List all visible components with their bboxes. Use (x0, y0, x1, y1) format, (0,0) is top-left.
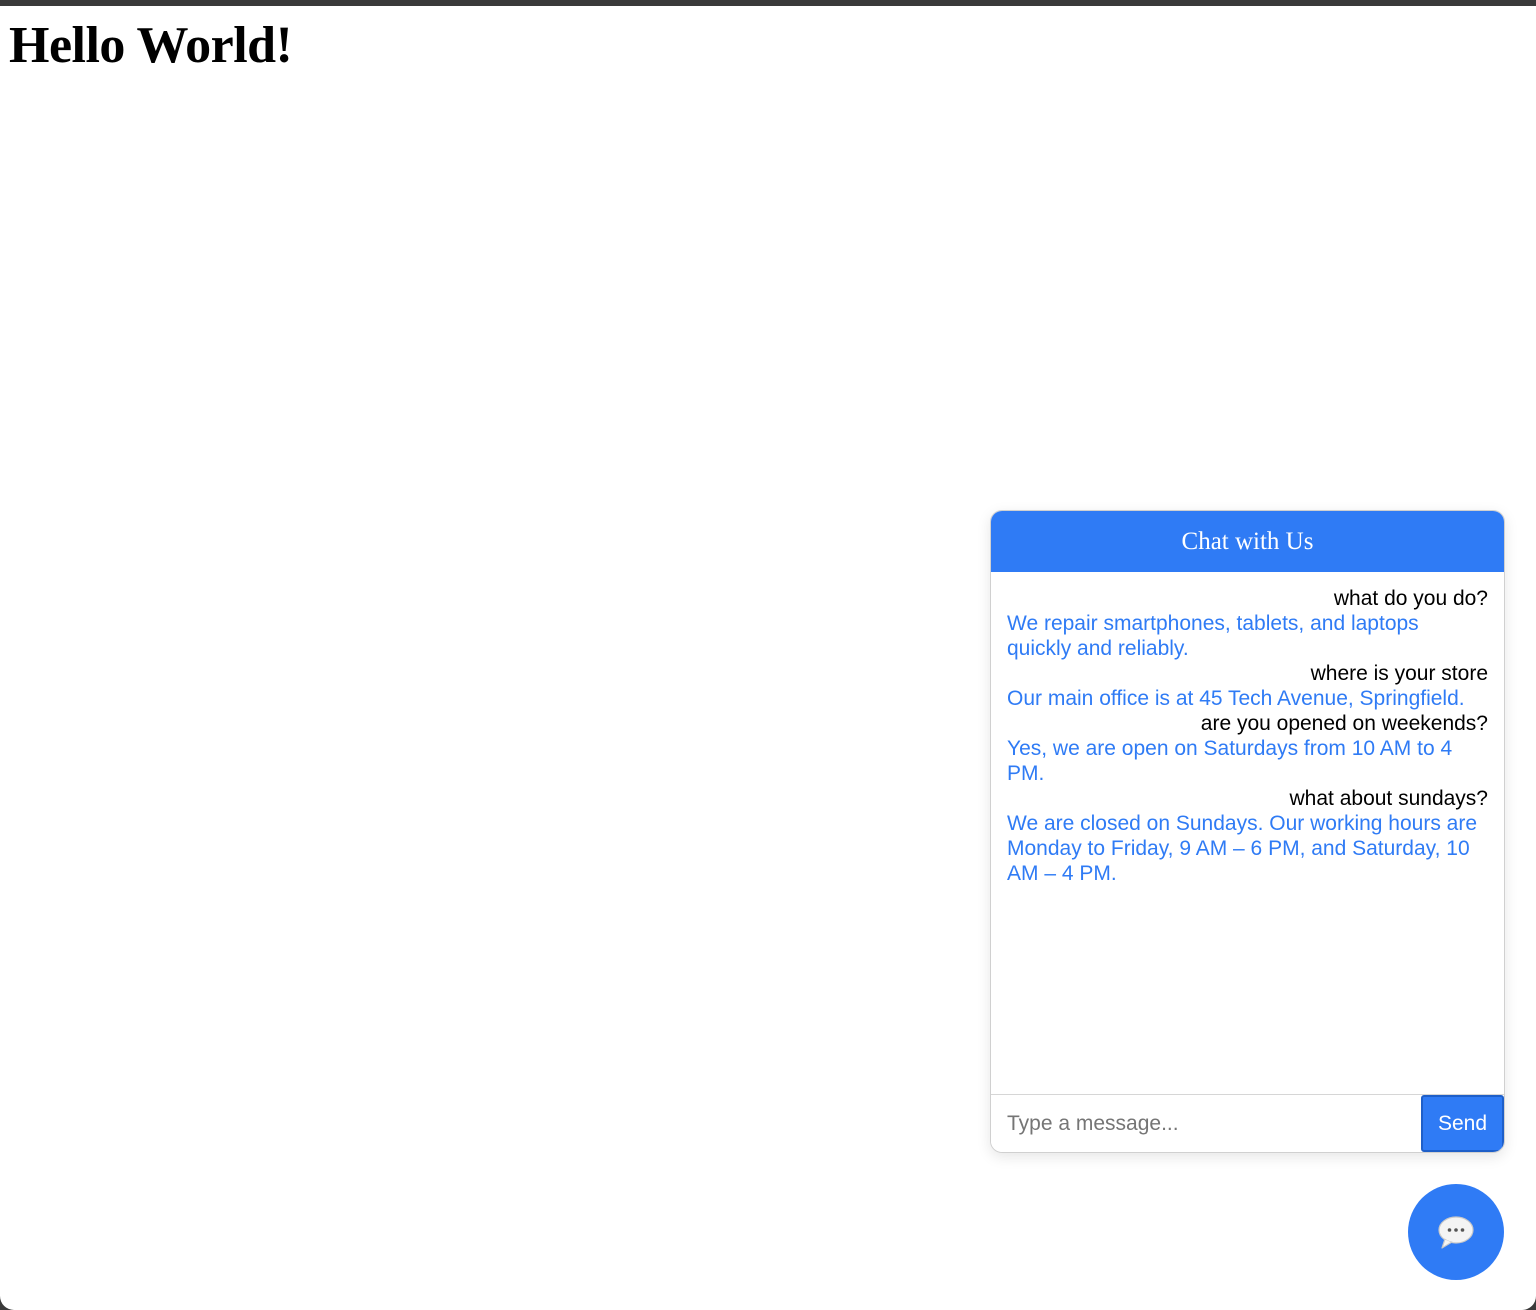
user-message: are you opened on weekends? (1200, 712, 1488, 735)
bot-message: Our main office is at 45 Tech Avenue, Sp… (1007, 687, 1465, 710)
chat-window: Chat with Us what do you do? We repair s… (990, 510, 1505, 1153)
send-button[interactable]: Send (1421, 1095, 1504, 1152)
chat-message-list[interactable]: what do you do? We repair smartphones, t… (991, 572, 1504, 1092)
page: Hello World! Chat with Us what do you do… (0, 6, 1536, 1310)
chat-toggle-button[interactable] (1408, 1184, 1504, 1280)
bot-message: We are closed on Sundays. Our working ho… (1007, 812, 1478, 885)
bot-message: Yes, we are open on Saturdays from 10 AM… (1007, 737, 1453, 785)
page-title: Hello World! (9, 17, 293, 74)
message-input[interactable] (991, 1095, 1421, 1152)
user-message: what do you do? (1333, 587, 1488, 610)
chat-input-row: Send (991, 1094, 1504, 1152)
chat-header-title: Chat with Us (991, 511, 1504, 572)
chat-bubble-icon (1438, 1216, 1474, 1249)
bot-message: We repair smartphones, tablets, and lapt… (1007, 612, 1419, 660)
user-message: what about sundays? (1289, 787, 1488, 810)
user-message: where is your store (1310, 662, 1488, 685)
